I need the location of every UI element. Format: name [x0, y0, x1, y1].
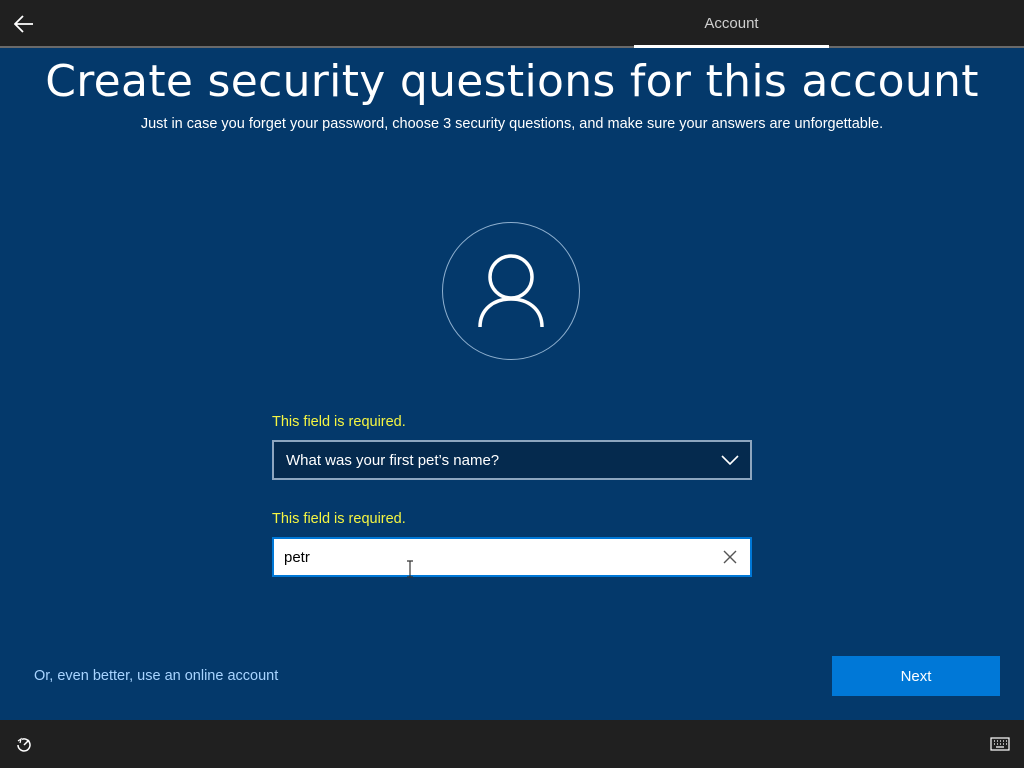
- page-subtitle: Just in case you forget your password, c…: [140, 116, 884, 132]
- online-account-link[interactable]: Or, even better, use an online account: [34, 668, 278, 684]
- back-button[interactable]: [8, 8, 40, 40]
- next-button[interactable]: Next: [832, 656, 1000, 696]
- question-error-text: This field is required.: [272, 414, 406, 430]
- avatar: [442, 222, 580, 360]
- oobe-screen: Account Create security questions for th…: [0, 0, 1024, 768]
- tab-account-underline: [634, 45, 829, 48]
- page-title: Create security questions for this accou…: [45, 56, 979, 107]
- keyboard-icon[interactable]: [990, 737, 1010, 751]
- answer-error-text: This field is required.: [272, 511, 406, 527]
- tab-account-label: Account: [704, 14, 759, 32]
- bottom-bar: [0, 720, 1024, 768]
- top-bar: [0, 0, 1024, 46]
- text-cursor-icon: [407, 560, 413, 578]
- security-question-selected: What was your first pet’s name?: [286, 451, 500, 469]
- arrow-left-icon: [14, 15, 33, 33]
- answer-field: [272, 537, 752, 577]
- security-question-dropdown[interactable]: What was your first pet’s name?: [272, 440, 752, 480]
- tab-account[interactable]: Account: [634, 0, 829, 46]
- chevron-down-icon: [720, 450, 740, 470]
- ease-of-access-icon[interactable]: [14, 735, 34, 755]
- clear-answer-button[interactable]: [718, 545, 742, 569]
- user-icon: [478, 254, 544, 328]
- close-icon: [723, 550, 737, 564]
- answer-input[interactable]: [274, 539, 718, 575]
- top-bar-divider: [0, 46, 1024, 48]
